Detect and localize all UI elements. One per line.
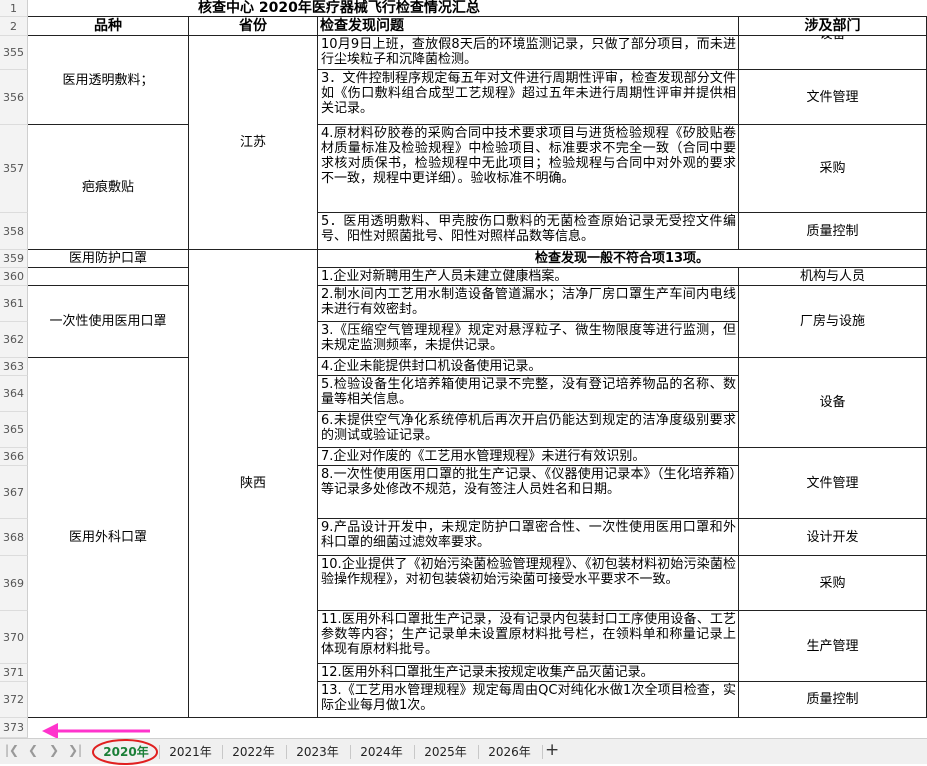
product-cell[interactable]: 一次性使用医用口罩 [28,286,189,358]
sheet-tab-2025[interactable]: 2025年 [418,742,473,762]
issue-cell[interactable]: 1.企业对新聘用生产人员未建立健康档案。 [318,268,739,286]
dept-cell[interactable]: 文件管理 [739,448,927,519]
dept-cell[interactable]: 设计开发 [739,519,927,556]
tab-divider [222,745,223,759]
row-header-361[interactable]: 361 [0,286,28,322]
issue-cell[interactable]: 11.医用外科口罩批生产记录，没有记录内包装封口工序使用设备、工艺参数等内容；生… [318,611,739,664]
issue-cell[interactable]: 10月9日上班，查放假8天后的环境监测记录，只做了部分项目，而未进行尘埃粒子和沉… [318,36,739,70]
issue-cell[interactable]: 4.企业未能提供封口机设备使用记录。 [318,358,739,376]
header-dept[interactable]: 涉及部门 [739,17,927,36]
tab-divider [350,745,351,759]
annotation-circle [92,739,158,765]
sheet-title-row[interactable]: 核查中心 2020年医疗器械飞行检查情况汇总 [28,0,927,17]
issue-cell[interactable]: 8.一次性使用医用口罩的批生产记录、《仪器使用记录本》（生化培养箱）等记录多处修… [318,466,739,519]
issue-cell[interactable]: 12.医用外科口罩批生产记录未按规定收集产品灭菌记录。 [318,664,739,682]
tab-divider [286,745,287,759]
row-header-365[interactable]: 365 [0,412,28,448]
row-header-373[interactable]: 373 [0,718,28,738]
issue-cell[interactable]: 5．医用透明敷料、甲壳胺伤口敷料的无菌检查原始记录无受控文件编号、阳性对照菌批号… [318,213,739,250]
row-header-359[interactable]: 359 [0,250,28,268]
dept-cell[interactable]: 文件管理 [739,70,927,125]
sheet-tab-2026[interactable]: 2026年 [482,742,537,762]
prev-sheet-icon[interactable]: ❮ [25,743,41,757]
product-cell[interactable]: 疤痕敷贴 [28,125,189,250]
product-cell[interactable]: 医用防护口罩 [28,250,189,268]
issue-cell[interactable]: 9.产品设计开发中，未规定防护口罩密合性、一次性使用医用口罩和外科口罩的细菌过滤… [318,519,739,556]
row-header-2[interactable]: 2 [0,17,28,36]
dept-cell[interactable]: 设备 [739,36,927,70]
row-header-369[interactable]: 369 [0,556,28,611]
issue-cell[interactable]: 4.原材料矽胶卷的采购合同中技术要求项目与进货检验规程《矽胶贴卷材质量标准及检验… [318,125,739,213]
sheet-tab-2024[interactable]: 2024年 [354,742,409,762]
row-header-367[interactable]: 367 [0,466,28,519]
dept-cell[interactable]: 厂房与设施 [739,286,927,358]
header-province[interactable]: 省份 [189,17,318,36]
sheet-tab-2022[interactable]: 2022年 [226,742,281,762]
issue-cell[interactable]: 5.检验设备生化培养箱使用记录不完整，没有登记培养物品的名称、数量等相关信息。 [318,376,739,412]
row-header-362[interactable]: 362 [0,322,28,358]
row-header-371[interactable]: 371 [0,664,28,682]
product-cell[interactable] [28,268,189,286]
tab-divider [478,745,479,759]
next-sheet-icon[interactable]: ❯ [46,743,62,757]
dept-cell[interactable]: 质量控制 [739,213,927,250]
row-header-356[interactable]: 356 [0,70,28,125]
empty-row-373[interactable] [28,718,927,739]
issue-cell[interactable]: 3.《压缩空气管理规程》规定对悬浮粒子、微生物限度等进行监测，但未规定监测频率，… [318,322,739,358]
sheet-title: 核查中心 2020年医疗器械飞行检查情况汇总 [198,0,480,16]
row-header-366[interactable]: 366 [0,448,28,466]
row-header-1[interactable]: 1 [0,0,28,17]
tab-divider [414,745,415,759]
issue-cell[interactable]: 2.制水间内工艺用水制造设备管道漏水；洁净厂房口罩生产车间内电线未进行有效密封。 [318,286,739,322]
spreadsheet-grid[interactable]: 1 2 355 356 357 358 359 360 361 362 363 … [0,0,927,739]
dept-cell[interactable]: 采购 [739,556,927,611]
dept-cell[interactable]: 采购 [739,125,927,213]
sheet-tab-2023[interactable]: 2023年 [290,742,345,762]
issue-cell[interactable]: 6.未提供空气净化系统停机后再次开启仍能达到规定的洁净度级别要求的测试或验证记录… [318,412,739,448]
row-header-360[interactable]: 360 [0,268,28,286]
row-header-372[interactable]: 372 [0,682,28,718]
add-sheet-icon[interactable]: + [545,740,559,760]
sheet-tab-2021[interactable]: 2021年 [163,742,218,762]
row-header-364[interactable]: 364 [0,376,28,412]
first-sheet-icon[interactable]: |❮ [4,743,20,757]
row-header-363[interactable]: 363 [0,358,28,376]
row-header-358[interactable]: 358 [0,213,28,250]
row-header-355[interactable]: 355 [0,36,28,70]
dept-cell[interactable]: 质量控制 [739,682,927,718]
row-header-357[interactable]: 357 [0,125,28,213]
header-issue[interactable]: 检查发现问题 [318,17,739,36]
dept-cell[interactable]: 设备 [739,358,927,448]
product-cell[interactable]: 医用透明敷料； [28,36,189,125]
row-header-368[interactable]: 368 [0,519,28,556]
tab-divider [542,745,543,759]
row-header-370[interactable]: 370 [0,611,28,664]
sheet-tab-bar: |❮ ❮ ❯ ❯| 2020年 2021年 2022年 2023年 2024年 … [0,738,927,765]
province-cell[interactable]: 陕西 [189,250,318,718]
last-sheet-icon[interactable]: ❯| [67,743,83,757]
dept-label: 设备 [739,36,926,42]
issue-cell[interactable]: 10.企业提供了《初始污染菌检验管理规程》、《初包装材料初始污染菌检验操作规程》… [318,556,739,611]
header-product[interactable]: 品种 [28,17,189,36]
issue-cell[interactable]: 13.《工艺用水管理规程》规定每周由QC对纯化水做1次全项目检查，实际企业每月做… [318,682,739,718]
issue-summary-cell[interactable]: 检查发现一般不符合项13项。 [318,250,927,268]
product-cell[interactable]: 医用外科口罩 [28,358,189,718]
province-cell[interactable]: 江苏 [189,36,318,250]
issue-cell[interactable]: 3．文件控制程序规定每五年对文件进行周期性评审，检查发现部分文件如《伤口敷料组合… [318,70,739,125]
dept-cell[interactable]: 机构与人员 [739,268,927,286]
issue-cell[interactable]: 7.企业对作废的《工艺用水管理规程》未进行有效识别。 [318,448,739,466]
dept-cell[interactable]: 生产管理 [739,611,927,682]
